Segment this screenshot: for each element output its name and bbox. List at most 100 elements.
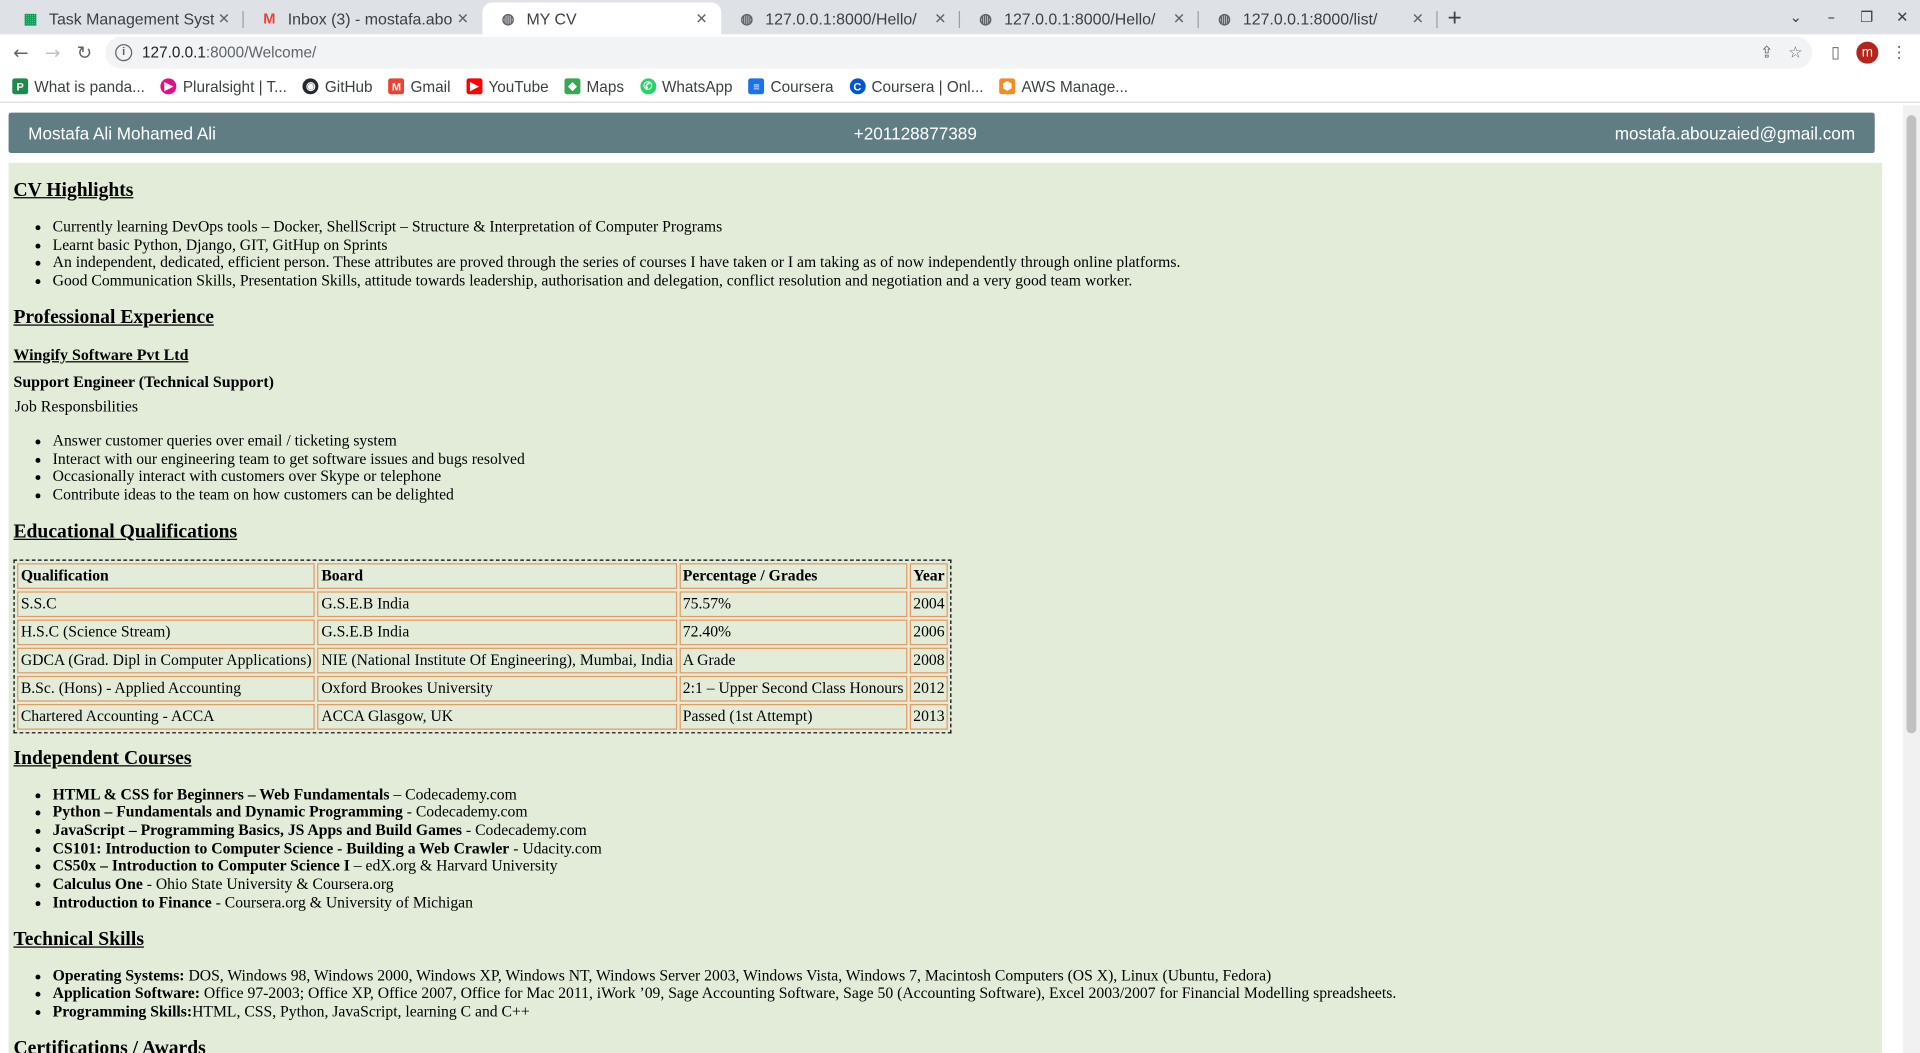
- close-tab-icon[interactable]: ✕: [1169, 9, 1189, 29]
- list-item: An independent, dedicated, efficient per…: [53, 254, 1878, 272]
- responsibilities-label: Job Responsbilities: [14, 396, 139, 415]
- table-row: S.S.C G.S.E.B India 75.57% 2004: [17, 590, 949, 617]
- tab-search-icon[interactable]: ⌄: [1778, 9, 1814, 26]
- skills-list: Operating Systems: DOS, Windows 98, Wind…: [53, 967, 1878, 1021]
- maps-icon: ◆: [564, 78, 581, 95]
- table-cell: 2012: [909, 675, 949, 702]
- close-tab-icon[interactable]: ✕: [692, 9, 712, 29]
- minimize-icon[interactable]: –: [1813, 9, 1849, 26]
- tab-title: Inbox (3) - mostafa.abouzaied: [287, 9, 453, 28]
- list-item: JavaScript – Programming Basics, JS Apps…: [53, 822, 1878, 840]
- scrollbar-thumb[interactable]: [1906, 115, 1917, 734]
- list-item: Occasionally interact with customers ove…: [53, 468, 1878, 486]
- list-item: Interact with our engineering team to ge…: [53, 450, 1878, 468]
- item-name: Calculus One: [52, 875, 143, 893]
- certifications-heading: Certifications / Awards: [13, 1037, 206, 1053]
- reload-icon[interactable]: ↻: [69, 37, 101, 69]
- table-cell: G.S.E.B India: [317, 590, 677, 617]
- menu-kebab-icon[interactable]: ⋮: [1883, 43, 1915, 61]
- table-row: H.S.C (Science Stream) G.S.E.B India 72.40…: [17, 619, 949, 645]
- list-item: Python – Fundamentals and Dynamic Progra…: [53, 804, 1878, 822]
- bookmark-item[interactable]: ▶ Pluralsight | T...: [160, 77, 287, 95]
- bookmark-label: Pluralsight | T...: [182, 77, 287, 95]
- item-detail: HTML, CSS, Python, JavaScript, learning …: [192, 1002, 530, 1020]
- whatsapp-icon: ✆: [639, 78, 656, 95]
- bookmark-item[interactable]: ◆ Maps: [564, 78, 624, 95]
- bookmark-item[interactable]: ▶ YouTube: [466, 77, 549, 95]
- table-cell: 2:1 – Upper Second Class Honours: [679, 675, 908, 702]
- item-name: Application Software:: [52, 984, 200, 1002]
- github-icon: ◉: [302, 78, 319, 95]
- bookmark-label: Gmail: [410, 77, 451, 95]
- bookmark-item[interactable]: ✆ WhatsApp: [639, 77, 733, 95]
- close-window-icon[interactable]: ✕: [1885, 9, 1920, 26]
- profile-avatar[interactable]: m: [1856, 41, 1879, 64]
- list-item: CS50x – Introduction to Computer Science…: [53, 858, 1878, 876]
- browser-tab[interactable]: ◍ 127.0.0.1:8000/Hello/ ✕: [721, 2, 961, 34]
- close-tab-icon[interactable]: ✕: [453, 9, 473, 29]
- table-row: Chartered Accounting - ACCA ACCA Glasgow,…: [17, 703, 949, 730]
- table-cell: G.S.E.B India: [317, 619, 677, 645]
- item-detail: Office 97-2003; Office XP, Office 2007, …: [199, 984, 1397, 1002]
- item-detail: - Ohio State University & Coursera.org: [142, 875, 394, 893]
- browser-tab[interactable]: ◍ 127.0.0.1:8000/list/ ✕: [1199, 2, 1438, 34]
- list-item: Answer customer queries over email / tic…: [53, 432, 1878, 450]
- tab-separator: [1436, 11, 1438, 29]
- window-controls: ⌄ – ❐ ✕: [1778, 0, 1920, 34]
- list-item: Introduction to Finance - Coursera.org &…: [53, 894, 1878, 912]
- tab-title: 127.0.0.1:8000/Hello/: [765, 9, 917, 28]
- bookmark-item[interactable]: ≡ Coursera: [748, 78, 834, 95]
- list-item: Operating Systems: DOS, Windows 98, Wind…: [53, 967, 1878, 985]
- cv-body: CV Highlights Currently learning DevOps …: [8, 162, 1883, 1053]
- table-cell: S.S.C: [17, 590, 316, 617]
- bookmark-label: WhatsApp: [661, 77, 733, 95]
- list-item: Contribute ideas to the team on how cust…: [53, 486, 1878, 504]
- share-icon[interactable]: ⇪: [1760, 43, 1773, 61]
- new-tab-button[interactable]: +: [1438, 2, 1472, 34]
- item-detail: DOS, Windows 98, Windows 2000, Windows X…: [184, 966, 1272, 984]
- table-cell: H.S.C (Science Stream): [17, 619, 316, 645]
- close-tab-icon[interactable]: ✕: [1408, 9, 1428, 29]
- forward-icon[interactable]: →: [37, 37, 69, 69]
- item-detail: - Codecademy.com: [402, 803, 528, 821]
- table-header-cell: Percentage / Grades: [679, 562, 908, 589]
- table-cell: A Grade: [679, 647, 908, 673]
- highlights-list: Currently learning DevOps tools – Docker…: [53, 218, 1878, 290]
- bookmark-star-icon[interactable]: ☆: [1788, 43, 1802, 61]
- site-info-icon[interactable]: i: [115, 44, 133, 62]
- tab-title: MY CV: [526, 9, 577, 28]
- bookmark-item[interactable]: ⬢ AWS Manage...: [999, 78, 1128, 95]
- item-detail: – Codecademy.com: [389, 785, 517, 803]
- browser-tab[interactable]: M Inbox (3) - mostafa.abouzaied✕: [244, 2, 483, 34]
- restore-icon[interactable]: ❐: [1849, 9, 1885, 26]
- item-name: Operating Systems:: [52, 966, 185, 984]
- url-text[interactable]: 127.0.0.1:8000/Welcome/: [142, 44, 1745, 61]
- close-tab-icon[interactable]: ✕: [931, 9, 951, 29]
- bookmark-item[interactable]: ◉ GitHub: [302, 78, 373, 95]
- browser-tab[interactable]: ▦ Task Management System✕: [5, 2, 244, 34]
- globe-icon: ◍: [979, 9, 993, 27]
- bookmarks-bar: P What is panda... ▶ Pluralsight | T... ◉ Git…: [0, 71, 1920, 103]
- bookmark-item[interactable]: P What is panda...: [12, 78, 145, 95]
- vertical-scrollbar[interactable]: [1902, 105, 1920, 1053]
- bookmark-item[interactable]: C Coursera | Onl...: [849, 78, 983, 95]
- responsibilities-list: Answer customer queries over email / tic…: [53, 432, 1878, 504]
- table-cell: 2008: [909, 647, 949, 673]
- browser-tab[interactable]: ◍ MY CV ✕: [482, 2, 722, 35]
- list-item: Calculus One - Ohio State University & C…: [53, 876, 1878, 894]
- table-header-cell: Qualification: [17, 562, 316, 589]
- table-cell: B.Sc. (Hons) - Applied Accounting: [17, 675, 316, 702]
- browser-tab[interactable]: ◍ 127.0.0.1:8000/Hello/ ✕: [960, 2, 1199, 34]
- bookmark-label: YouTube: [488, 77, 549, 95]
- table-cell: 2004: [909, 590, 949, 617]
- coursera-doc-icon: ≡: [748, 78, 765, 95]
- item-detail: - Coursera.org & University of Michigan: [211, 893, 473, 911]
- close-tab-icon[interactable]: ✕: [214, 9, 234, 29]
- table-cell: 2006: [909, 619, 949, 645]
- bookmark-item[interactable]: M Gmail: [388, 78, 450, 95]
- table-cell: 2013: [909, 703, 949, 730]
- address-bar[interactable]: i 127.0.0.1:8000/Welcome/ ⇪ ☆: [105, 36, 1813, 69]
- side-panel-icon[interactable]: ▯: [1820, 43, 1852, 61]
- company-name: Wingify Software Pvt Ltd: [13, 345, 189, 364]
- back-icon[interactable]: ←: [5, 37, 37, 69]
